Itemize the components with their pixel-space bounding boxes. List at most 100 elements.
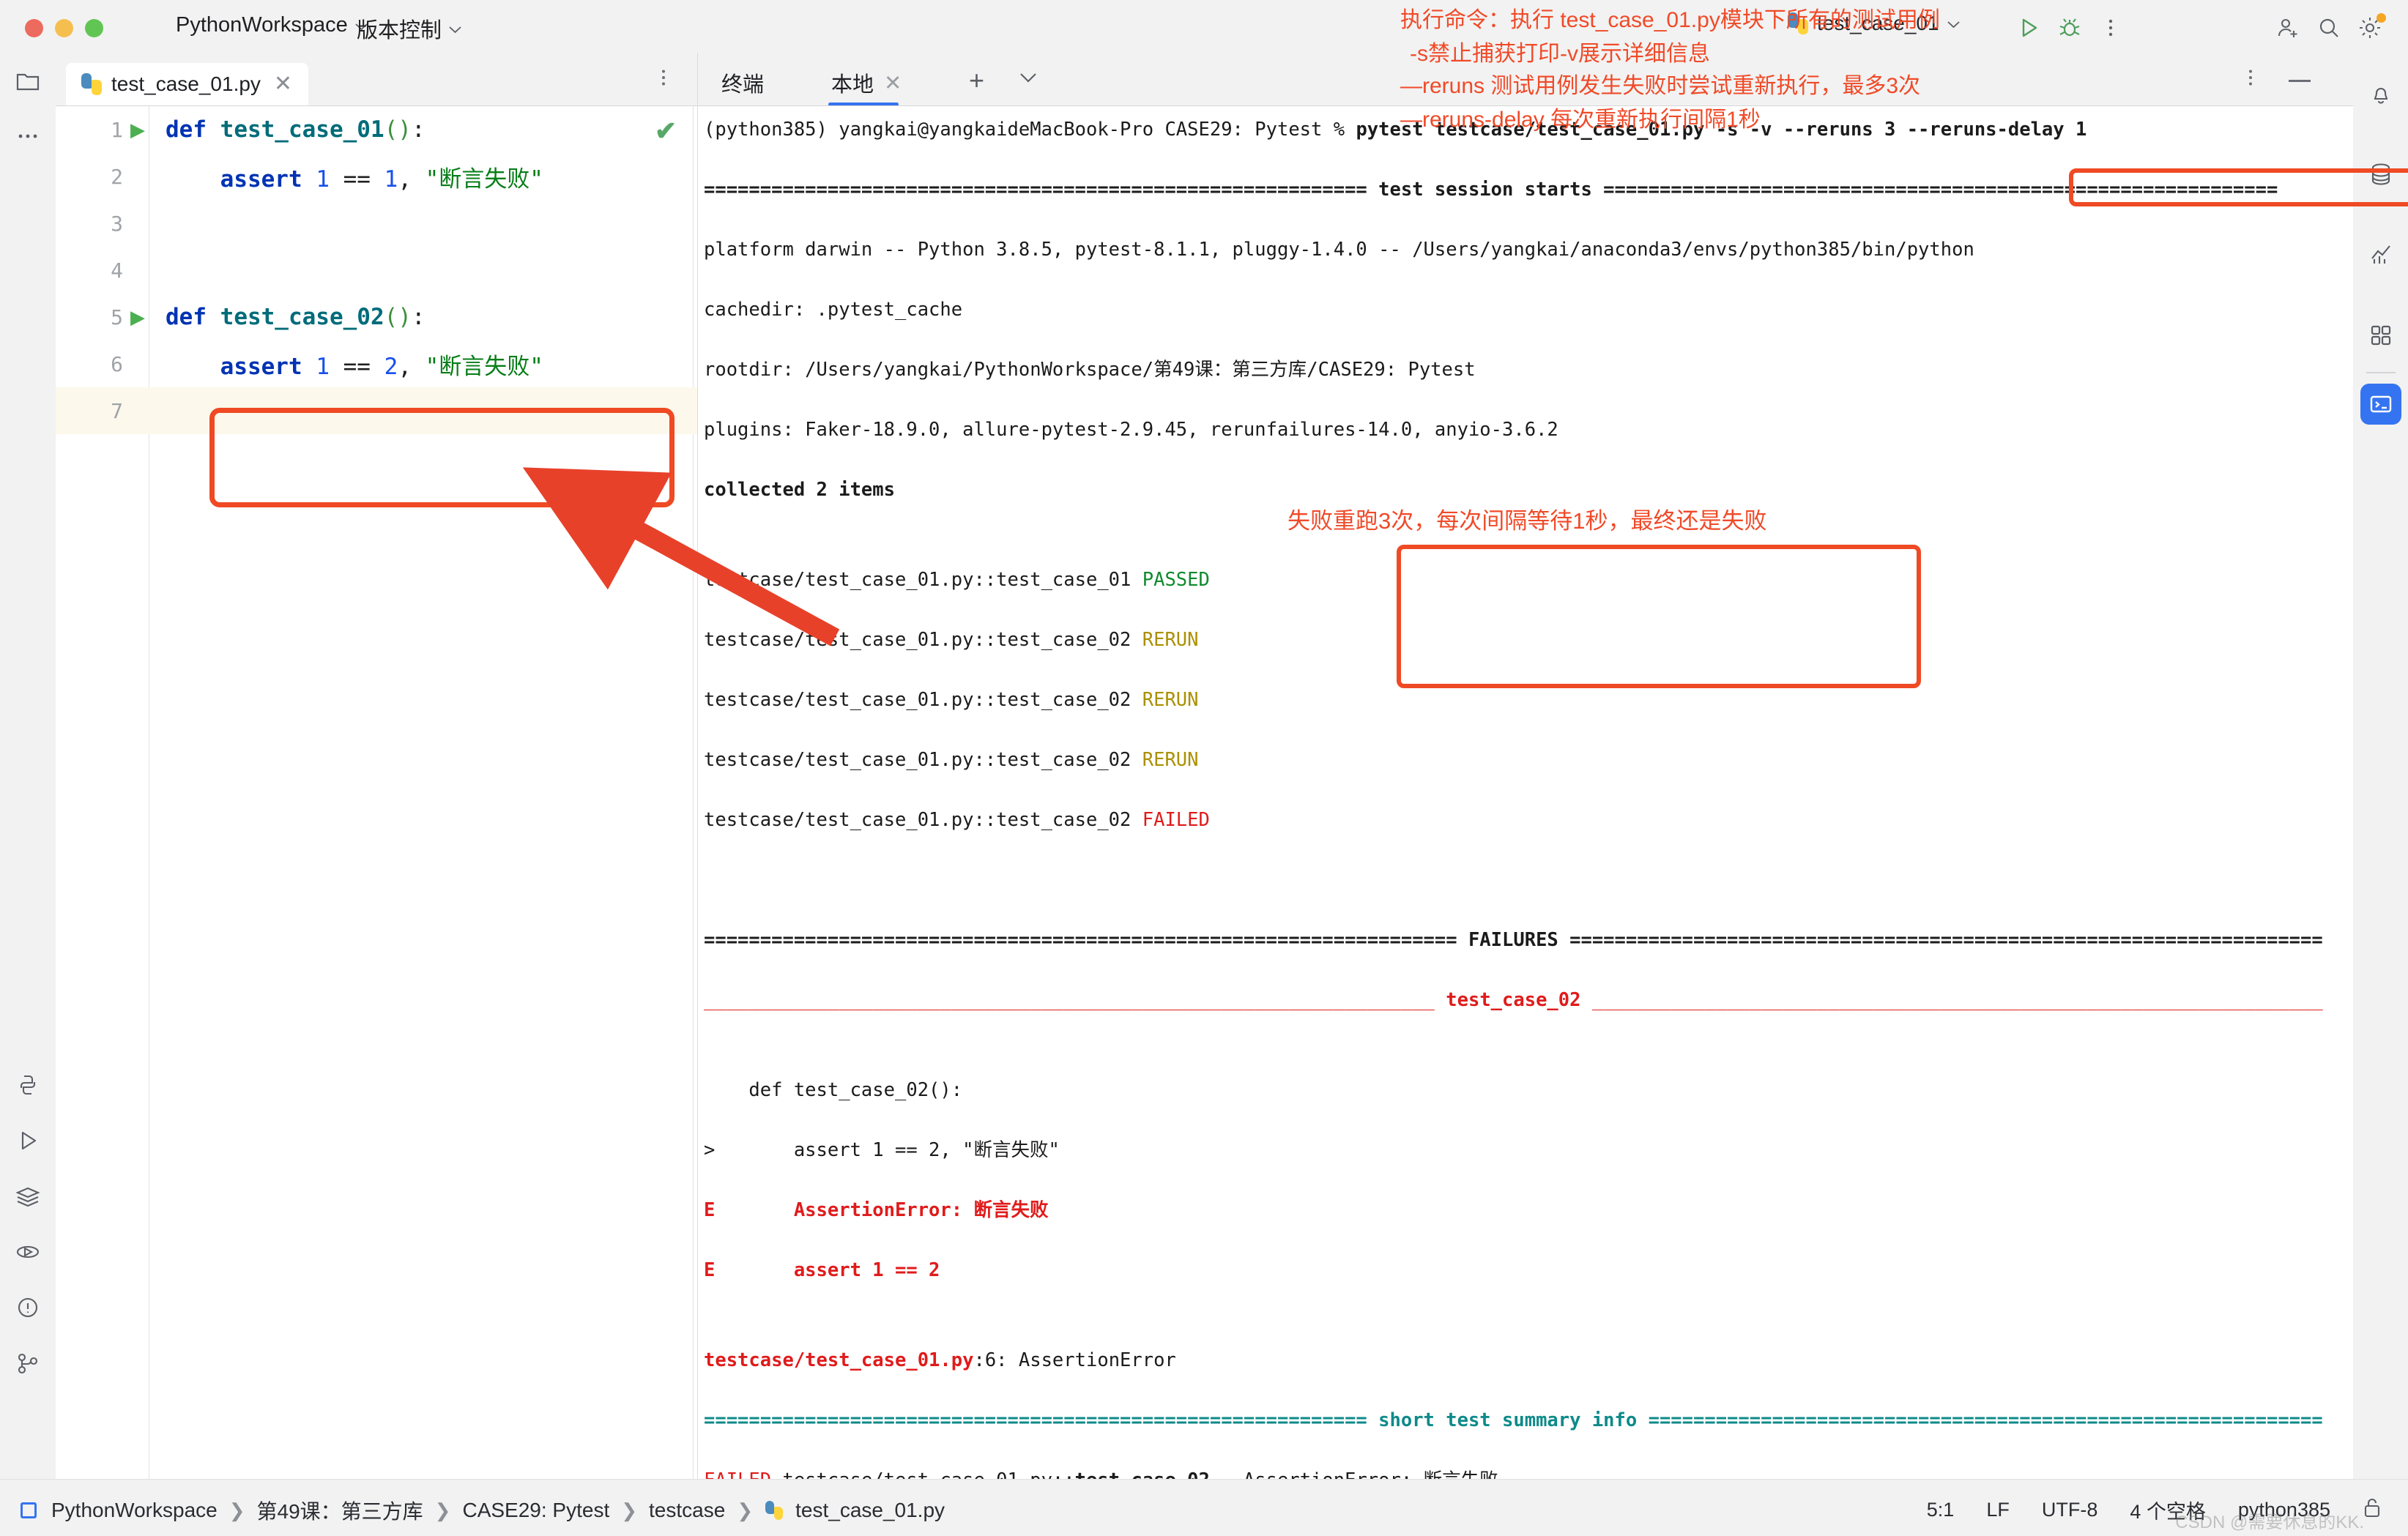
breadcrumb-item[interactable]: PythonWorkspace <box>51 1499 218 1522</box>
terminal-line: ========================================… <box>704 929 2323 951</box>
right-tool-rail <box>2352 53 2408 1479</box>
breadcrumb-separator: ❯ <box>737 1499 754 1521</box>
code-line[interactable]: 1 ▶ def test_case_01(): <box>56 106 697 153</box>
rail-divider <box>2366 372 2396 373</box>
more-tool-windows-icon[interactable] <box>0 108 56 164</box>
code-line-text: def test_case_02(): <box>166 304 426 330</box>
close-window-button[interactable] <box>25 19 43 37</box>
line-number: 7 <box>111 398 123 423</box>
terminal-line-container: (python385) yangkai@yangkaideMacBook-Pro… <box>704 115 2353 1479</box>
breadcrumb[interactable]: PythonWorkspace ❯ 第49课：第三方库 ❯ CASE29: Pytest… <box>21 1496 945 1525</box>
line-number: 6 <box>111 351 123 376</box>
problems-icon[interactable] <box>0 1280 56 1335</box>
add-user-icon[interactable] <box>2267 10 2308 45</box>
terminal-output[interactable]: (python385) yangkai@yangkaideMacBook-Pro… <box>698 105 2353 1479</box>
code-line-text: assert 1 == 2, "断言失败" <box>166 353 543 380</box>
code-line-text: assert 1 == 1, "断言失败" <box>166 165 543 193</box>
terminal-line: FAILED testcase/test_case_01.py::test_ca… <box>704 1466 2353 1479</box>
line-number: 3 <box>111 211 123 236</box>
notifications-bell-icon[interactable] <box>2353 66 2408 122</box>
python-packages-icon[interactable] <box>0 1057 56 1113</box>
annotation-line-2: -s禁止捕获打印-v展示详细信息 <box>1410 42 1710 66</box>
code-line-text: def test_case_01(): <box>166 116 426 143</box>
editor-tab-test-case-01[interactable]: test_case_01.py ✕ <box>66 63 309 105</box>
debug-bug-button[interactable] <box>2049 10 2090 45</box>
close-icon[interactable]: ✕ <box>884 70 902 96</box>
terminal-line: testcase/test_case_01.py::test_case_02 R… <box>704 689 1199 711</box>
profiler-chart-icon[interactable] <box>2353 227 2408 283</box>
breadcrumb-item[interactable]: test_case_01.py <box>795 1499 945 1522</box>
terminal-line: testcase/test_case_01.py::test_case_02 F… <box>704 809 1210 831</box>
status-bar: PythonWorkspace ❯ 第49课：第三方库 ❯ CASE29: Pytest… <box>0 1479 2408 1536</box>
terminal-panel-title: 终端 <box>721 73 765 97</box>
run-play-button[interactable] <box>2008 10 2049 45</box>
file-encoding[interactable]: UTF-8 <box>2042 1499 2098 1521</box>
code-line[interactable]: 5 ▶ def test_case_02(): <box>56 294 697 340</box>
code-line[interactable]: 6 assert 1 == 2, "断言失败" <box>56 340 697 387</box>
minimize-icon[interactable] <box>2289 80 2311 82</box>
git-icon[interactable] <box>0 1335 56 1391</box>
more-vertical-icon[interactable] <box>2242 69 2259 90</box>
minimize-window-button[interactable] <box>55 19 73 37</box>
gear-icon[interactable] <box>2349 10 2390 45</box>
code-line[interactable]: 3 <box>56 200 697 247</box>
terminal-pane: 终端 本地 ✕ + (python385) yangkai@yangkaideM… <box>697 53 2408 1479</box>
code-line[interactable]: 2 assert 1 == 1, "断言失败" <box>56 153 697 200</box>
breadcrumb-item[interactable]: CASE29: Pytest <box>462 1499 609 1522</box>
line-number: 5 <box>111 305 123 329</box>
close-icon[interactable]: ✕ <box>274 73 292 95</box>
line-ending[interactable]: LF <box>1986 1499 2010 1521</box>
more-vertical-icon[interactable] <box>2090 10 2131 45</box>
window-controls[interactable] <box>25 19 103 37</box>
search-icon[interactable] <box>2308 10 2349 45</box>
annotation-line-4: —reruns-delay 每次重新执行间隔1秒 <box>1400 108 1761 132</box>
services-icon[interactable] <box>0 1168 56 1224</box>
chevron-down-icon[interactable] <box>1020 73 1036 86</box>
code-line[interactable]: 4 <box>56 247 697 294</box>
more-vertical-icon[interactable] <box>655 69 672 90</box>
breadcrumb-item[interactable]: testcase <box>649 1499 725 1522</box>
terminal-icon[interactable] <box>2360 384 2401 425</box>
terminal-line: def test_case_02(): <box>704 1079 963 1101</box>
terminal-line: platform darwin -- Python 3.8.5, pytest-… <box>704 239 1974 261</box>
breadcrumb-separator: ❯ <box>621 1499 638 1521</box>
line-number: 1 <box>111 117 123 142</box>
caret-position[interactable]: 5:1 <box>1927 1499 1955 1521</box>
annotation-line-1: 执行命令：执行 test_case_01.py模块下所有的测试用例 <box>1400 8 1940 32</box>
terminal-tab-label: 本地 <box>831 73 874 97</box>
run-test-gutter-icon[interactable]: ▶ <box>129 120 146 139</box>
vcs-menu[interactable]: 版本控制 <box>357 13 461 44</box>
code-editor[interactable]: ✔ 1 ▶ def test_case_01(): 2 assert 1 == 1, … <box>56 105 840 1479</box>
terminal-line: E AssertionError: 断言失败 <box>704 1199 1049 1221</box>
maximize-window-button[interactable] <box>85 19 103 37</box>
run-test-gutter-icon[interactable]: ▶ <box>129 307 146 327</box>
python-console-icon[interactable] <box>0 1224 56 1280</box>
unlocked-icon[interactable] <box>2363 1496 2382 1524</box>
code-highlight-box <box>209 408 675 507</box>
terminal-line: rootdir: /Users/yangkai/PythonWorkspace/… <box>704 359 1476 381</box>
code-line-container: 1 ▶ def test_case_01(): 2 assert 1 == 1, "断… <box>56 106 697 434</box>
terminal-line: cachedir: .pytest_cache <box>704 299 963 321</box>
module-icon <box>21 1502 37 1518</box>
plugins-grid-icon[interactable] <box>2353 307 2408 363</box>
project-folder-icon[interactable] <box>0 53 56 108</box>
new-terminal-tab-button[interactable]: + <box>969 67 984 94</box>
python-icon <box>81 73 103 95</box>
breadcrumb-item[interactable]: 第49课：第三方库 <box>257 1496 423 1525</box>
run-icon[interactable] <box>0 1113 56 1168</box>
left-tool-rail <box>0 53 56 1479</box>
terminal-tab-local[interactable]: 本地 ✕ <box>824 60 909 105</box>
terminal-line: ========================================… <box>704 1409 2323 1431</box>
python-icon <box>765 1501 784 1520</box>
annotation-rerun-note: 失败重跑3次，每次间隔等待1秒，最终还是失败 <box>1287 508 1767 534</box>
project-selector[interactable]: PythonWorkspace <box>176 13 368 37</box>
